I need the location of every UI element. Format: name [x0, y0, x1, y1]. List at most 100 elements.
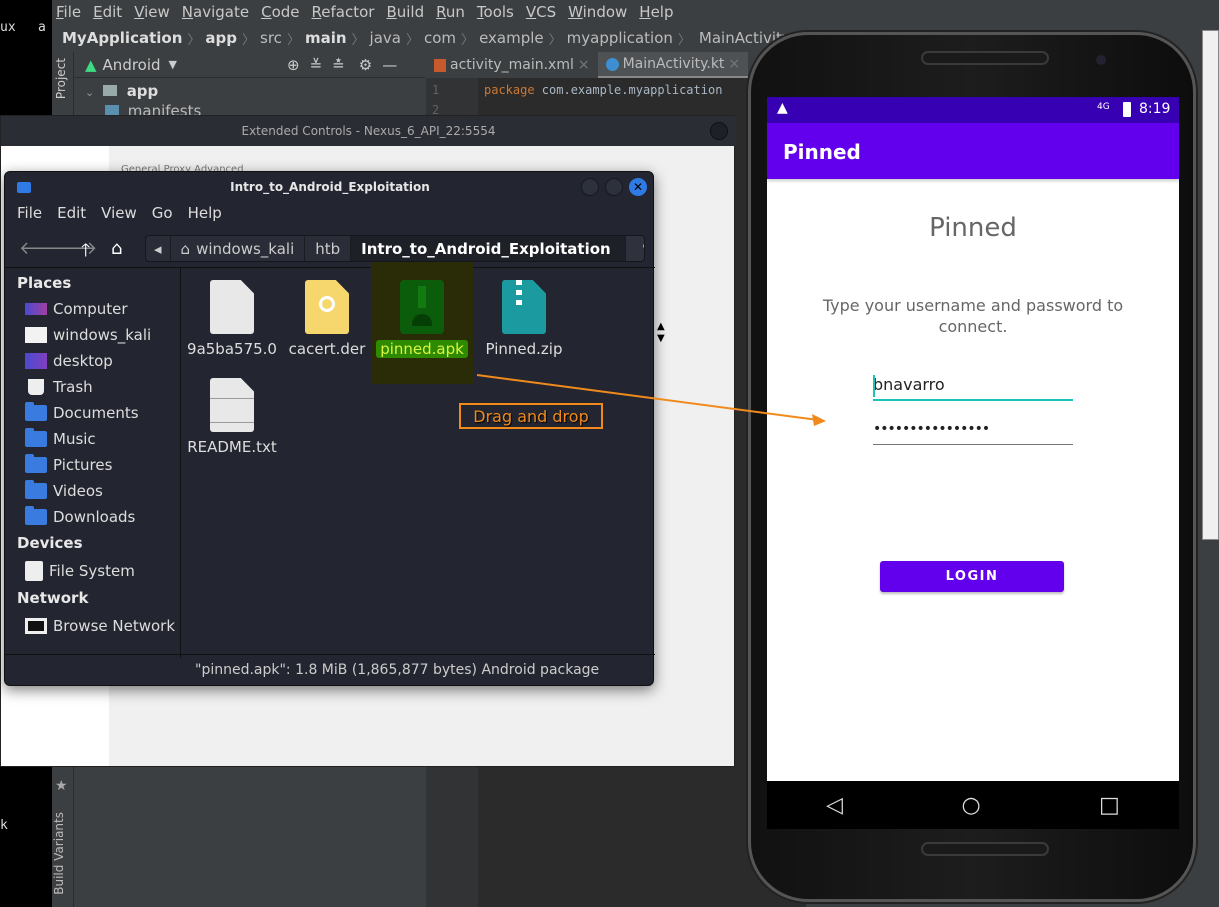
crumb-app[interactable]: app	[205, 29, 237, 47]
path-left-arrow[interactable]: ◂	[146, 236, 171, 261]
menu-vcs[interactable]: VCS	[526, 3, 556, 21]
build-variants-tool-button[interactable]: Build Variants	[52, 812, 66, 895]
signal-4g-icon: 4G	[1097, 102, 1110, 112]
crumb-src[interactable]: src	[260, 29, 282, 47]
tab-activity-main-xml[interactable]: activity_main.xml ×	[426, 52, 598, 78]
sidebar-item-downloads[interactable]: Downloads	[25, 506, 135, 528]
pictures-folder-icon	[25, 454, 47, 473]
sidebar-item-pictures[interactable]: Pictures	[25, 454, 112, 476]
menu-navigate[interactable]: Navigate	[182, 3, 249, 21]
sidebar-item-computer[interactable]: Computer	[25, 298, 128, 320]
close-icon[interactable]: ×	[728, 56, 740, 72]
close-button[interactable]: ✕	[629, 178, 647, 196]
hard-disk-icon	[25, 561, 43, 581]
menu-view[interactable]: View	[101, 204, 137, 226]
menu-window[interactable]: Window	[568, 3, 627, 21]
battery-charging-icon	[1123, 102, 1131, 117]
documents-folder-icon	[25, 402, 47, 421]
menu-go[interactable]: Go	[152, 204, 173, 226]
expand-all-icon[interactable]: ≚	[310, 56, 323, 74]
device-screen[interactable]: ▲ 4G 8:19 Pinned Pinned Type your userna…	[767, 97, 1179, 781]
path-segment-current[interactable]: Intro_to_Android_Exploitation	[351, 236, 626, 261]
chevron-down-icon: ⌄	[85, 86, 95, 99]
file-manager-menu-bar: File Edit View Go Help	[5, 204, 655, 226]
crumb-com[interactable]: com	[424, 29, 456, 47]
sidebar-item-music[interactable]: Music	[25, 428, 96, 450]
videos-folder-icon	[25, 480, 47, 499]
zip-archive-icon	[502, 280, 546, 334]
minimize-icon[interactable]: —	[382, 56, 397, 74]
drag-and-drop-annotation: Drag and drop	[459, 403, 603, 429]
file-item[interactable]: README.txt	[186, 378, 278, 456]
login-heading: Pinned	[929, 213, 1017, 243]
file-item-selected[interactable]: pinned.apk	[371, 262, 473, 384]
file-item[interactable]: Pinned.zip	[478, 280, 570, 358]
home-circle-icon[interactable]: ○	[961, 793, 980, 818]
project-view-select[interactable]: Android	[103, 56, 161, 74]
minimize-button[interactable]	[581, 178, 599, 196]
computer-icon	[25, 303, 47, 315]
close-icon[interactable]: ×	[578, 57, 590, 73]
sidebar-item-browse-network[interactable]: Browse Network	[25, 615, 175, 637]
maximize-button[interactable]	[605, 178, 623, 196]
crumb-package[interactable]: myapplication	[567, 29, 673, 47]
back-triangle-icon[interactable]: ◁	[826, 793, 843, 818]
menu-help[interactable]: Help	[639, 3, 673, 21]
code-line: package com.example.myapplication	[484, 83, 723, 97]
android-nav-bar: ◁ ○ □	[767, 781, 1179, 829]
recents-square-icon[interactable]: □	[1099, 793, 1120, 818]
project-tree: ⌄ app manifests	[75, 78, 425, 120]
gear-icon[interactable]: ⚙	[359, 56, 372, 74]
sidebar-item-windows-kali[interactable]: windows_kali	[25, 324, 151, 346]
menu-edit[interactable]: Edit	[57, 204, 86, 226]
favorites-star-icon[interactable]: ★	[55, 778, 68, 794]
crumb-main[interactable]: main	[305, 29, 347, 47]
tree-node-app[interactable]: ⌄ app	[75, 78, 425, 100]
menu-view[interactable]: View	[134, 3, 170, 21]
menu-code[interactable]: Code	[261, 3, 299, 21]
android-emulator-device: ▲ 4G 8:19 Pinned Pinned Type your userna…	[748, 32, 1196, 902]
crumb-example[interactable]: example	[479, 29, 544, 47]
menu-file[interactable]: File	[56, 3, 81, 21]
window-title: Intro_to_Android_Exploitation	[230, 180, 430, 194]
menu-edit[interactable]: Edit	[93, 3, 122, 21]
menu-file[interactable]: File	[17, 204, 42, 226]
menu-build[interactable]: Build	[386, 3, 424, 21]
xml-file-icon	[434, 58, 446, 72]
menu-help[interactable]: Help	[188, 204, 222, 226]
locate-icon[interactable]: ⊕	[287, 56, 300, 74]
path-segment-home[interactable]: ⌂ windows_kali	[171, 236, 306, 261]
project-tool-button[interactable]: Project	[54, 58, 68, 99]
up-arrow-icon[interactable]: 🡑	[81, 238, 90, 268]
home-icon[interactable]: ⌂	[111, 238, 122, 259]
collapse-all-icon[interactable]: ≛	[332, 56, 345, 74]
sidebar-item-desktop[interactable]: desktop	[25, 350, 113, 372]
sidebar-item-documents[interactable]: Documents	[25, 402, 139, 424]
menu-tools[interactable]: Tools	[477, 3, 514, 21]
file-item[interactable]: cacert.der	[281, 280, 373, 358]
login-button[interactable]: LOGIN	[880, 561, 1064, 592]
crumb-java[interactable]: java	[370, 29, 401, 47]
certificate-file-icon	[305, 280, 349, 334]
spinner-arrows-icon[interactable]: ▲ ▼	[657, 321, 665, 345]
drive-icon	[25, 327, 47, 343]
sidebar-item-file-system[interactable]: File System	[25, 560, 135, 582]
kotlin-class-icon	[605, 57, 619, 71]
file-item[interactable]: 9a5ba575.0	[186, 280, 278, 358]
file-manager-toolbar: 🡐 🡒 🡑 ⌂ ◂ ⌂ windows_kali htb Intro_to_And…	[5, 232, 655, 264]
front-camera	[1096, 55, 1106, 65]
menu-run[interactable]: Run	[436, 3, 465, 21]
crumb-project[interactable]: MyApplication	[62, 29, 182, 47]
password-input[interactable]: ••••••••••••••••	[873, 417, 1073, 445]
sidebar-item-videos[interactable]: Videos	[25, 480, 103, 502]
chevron-down-icon[interactable]: ▼	[169, 58, 177, 71]
username-input[interactable]: bnavarro	[873, 373, 1073, 401]
path-segment-htb[interactable]: htb	[305, 236, 352, 261]
menu-refactor[interactable]: Refactor	[312, 3, 375, 21]
file-grid: 9a5ba575.0 cacert.der pinned.apk Pinned.…	[182, 262, 654, 658]
sidebar-item-trash[interactable]: Trash	[25, 376, 93, 398]
edit-path-pencil-icon[interactable]: ✎	[625, 236, 644, 261]
section-header-network: Network	[17, 589, 89, 607]
tab-main-activity-kt[interactable]: MainActivity.kt ×	[597, 52, 749, 78]
close-button[interactable]	[710, 122, 728, 140]
